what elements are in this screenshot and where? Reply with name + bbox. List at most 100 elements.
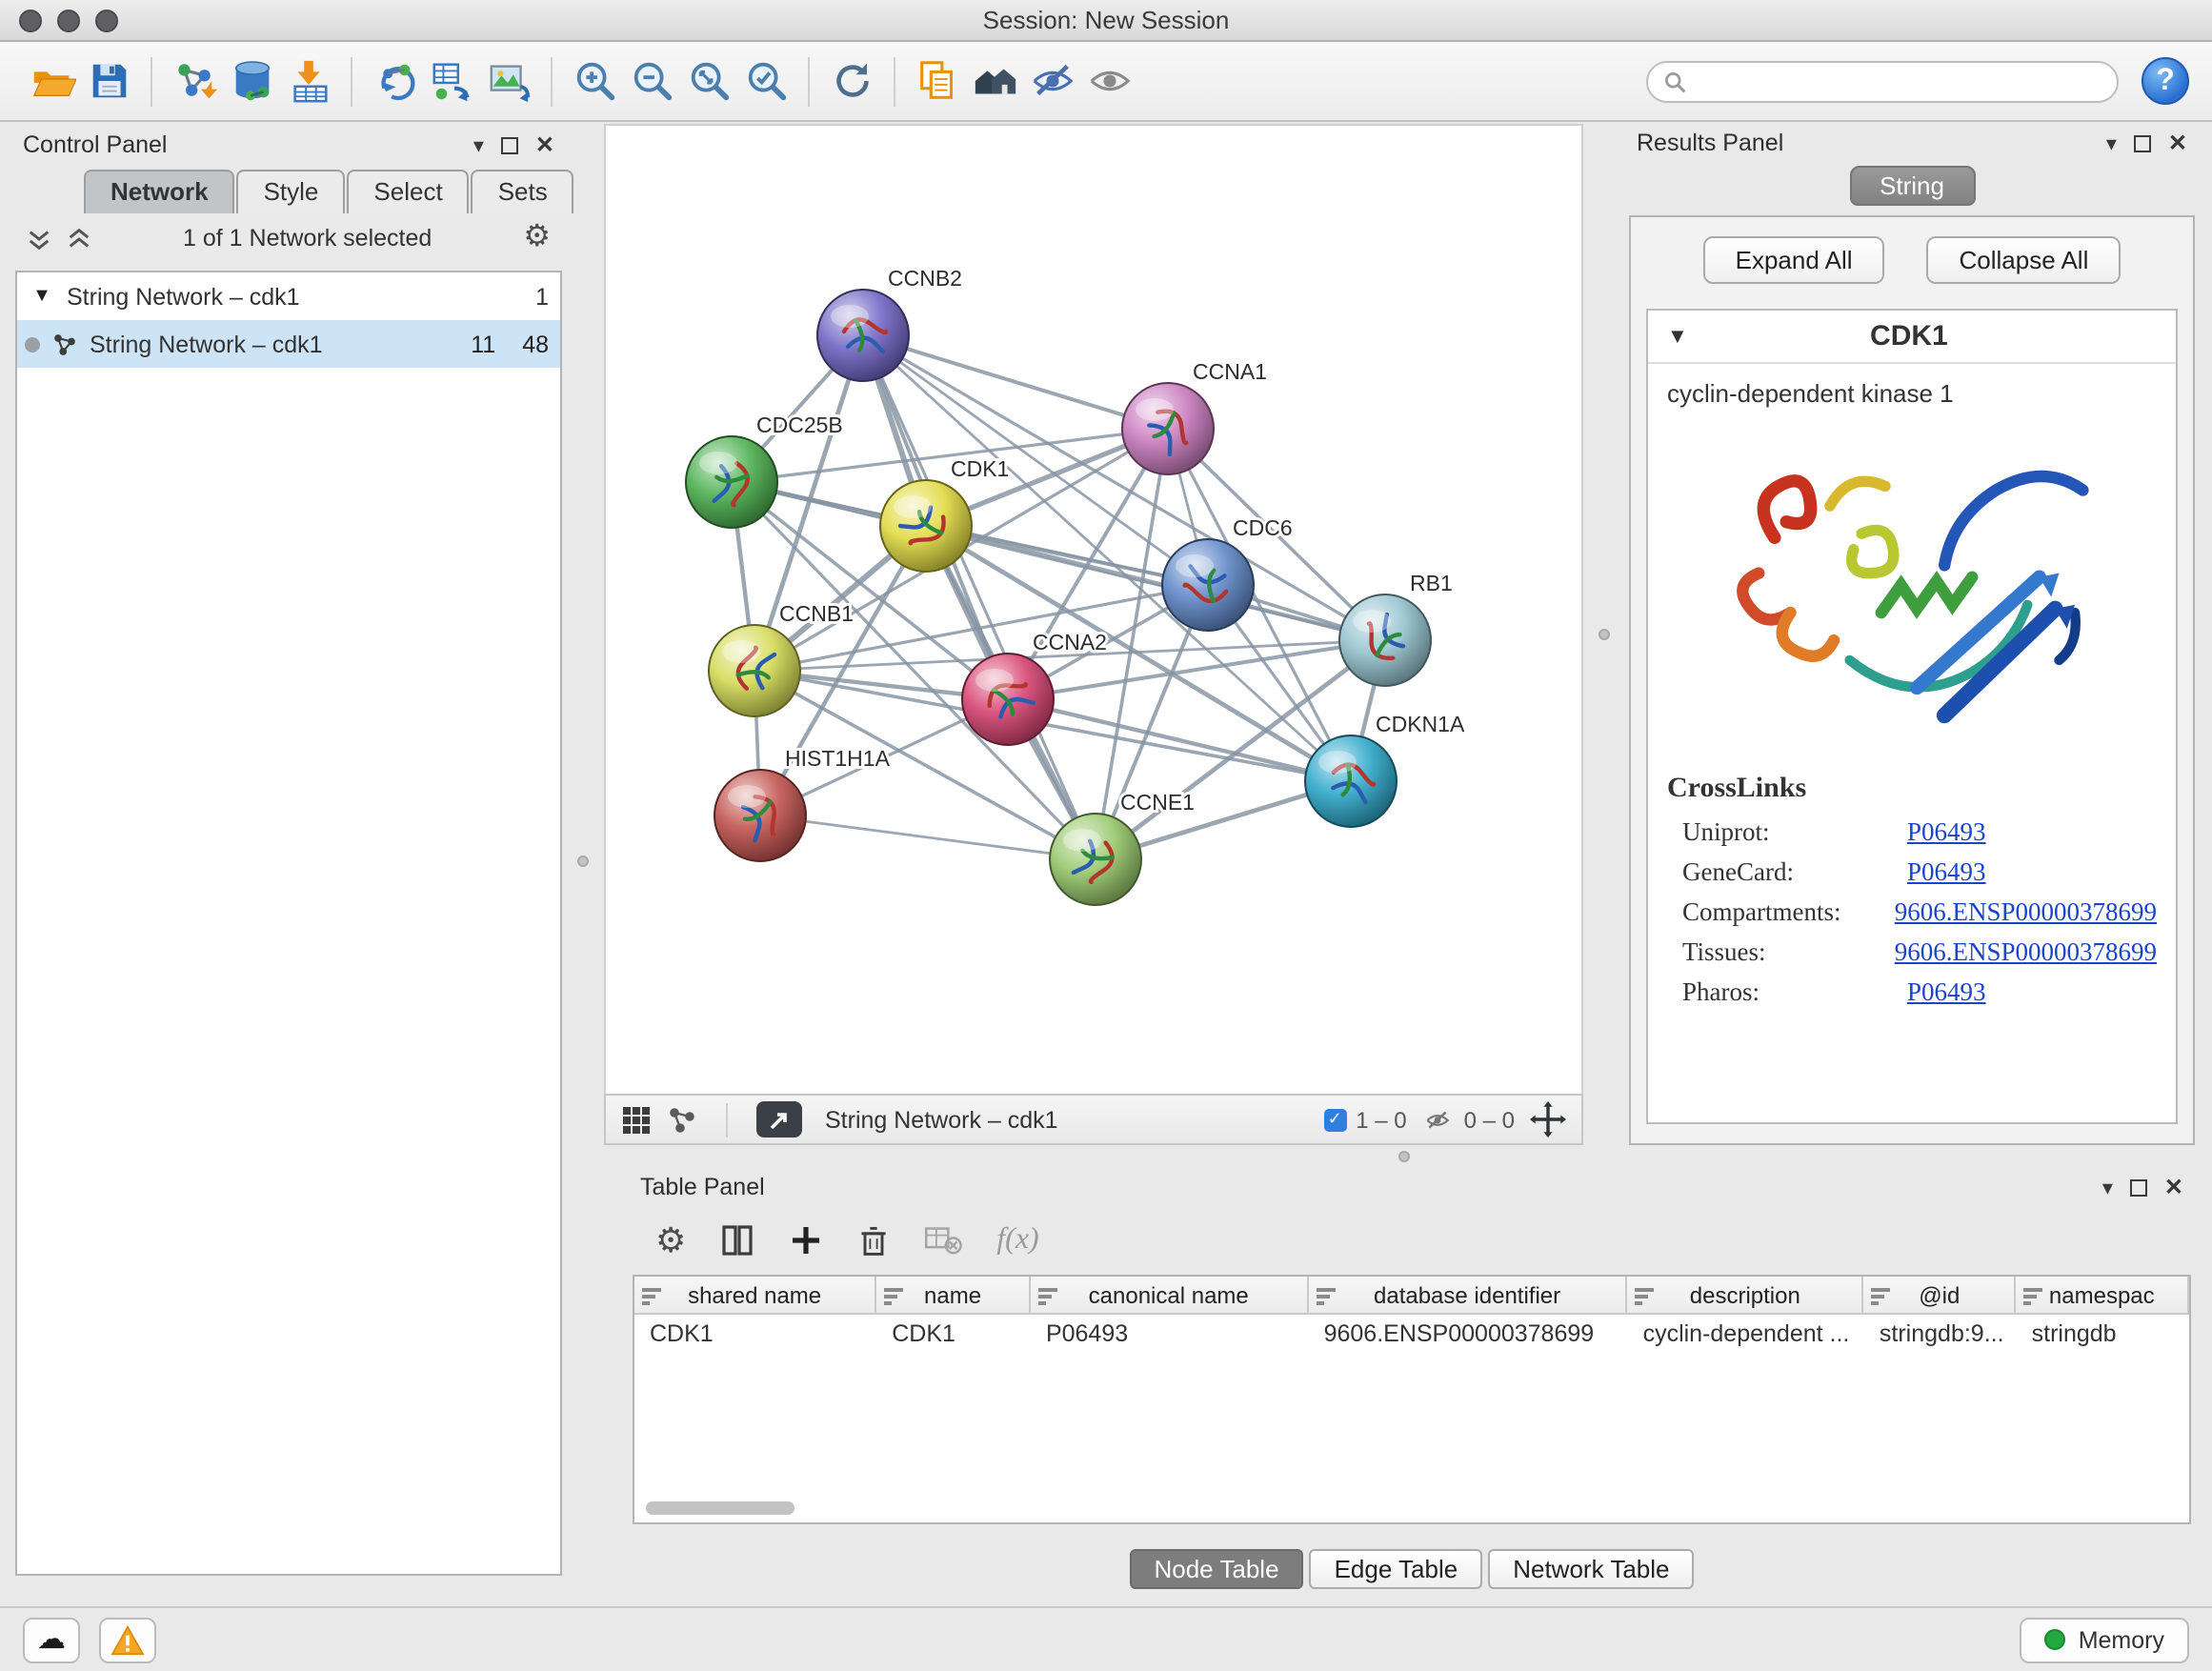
- column-header[interactable]: canonical name: [1031, 1277, 1309, 1313]
- panel-menu-icon[interactable]: ▾: [2102, 1175, 2113, 1199]
- zoom-out-button[interactable]: [623, 52, 680, 110]
- tab-edge-table[interactable]: Edge Table: [1310, 1549, 1483, 1589]
- zoom-in-button[interactable]: [566, 52, 623, 110]
- network-node-CDC6[interactable]: [1162, 539, 1254, 631]
- network-icon[interactable]: [667, 1104, 697, 1135]
- tab-sets[interactable]: Sets: [472, 170, 574, 213]
- splitter-handle[interactable]: [577, 856, 589, 867]
- apply-layout-button[interactable]: [823, 52, 880, 110]
- tab-string[interactable]: String: [1849, 166, 1975, 206]
- show-all-button[interactable]: [1080, 52, 1137, 110]
- tab-style[interactable]: Style: [237, 170, 346, 213]
- splitter-handle[interactable]: [1398, 1151, 1410, 1162]
- column-header[interactable]: description: [1628, 1277, 1864, 1313]
- network-node-CDK1[interactable]: [880, 480, 972, 572]
- new-network-button[interactable]: [366, 52, 423, 110]
- cloud-button[interactable]: ☁: [23, 1617, 80, 1662]
- network-node-CCNA2[interactable]: [962, 654, 1054, 745]
- window-minimize-button[interactable]: [57, 10, 80, 32]
- collapse-all-button[interactable]: Collapse All: [1927, 236, 2122, 284]
- home-button[interactable]: [966, 52, 1023, 110]
- network-view-toolbar: String Network – cdk1 ✓ 1 – 0 0 – 0: [604, 1094, 1583, 1145]
- table-row[interactable]: CDK1 CDK1 P06493 9606.ENSP00000378699 cy…: [634, 1315, 2189, 1351]
- import-network-database-button[interactable]: [223, 52, 280, 110]
- network-node-CDKN1A[interactable]: [1305, 735, 1397, 827]
- add-column-icon[interactable]: [789, 1223, 823, 1258]
- column-sort-icon: [1317, 1285, 1336, 1304]
- open-session-button[interactable]: [23, 52, 80, 110]
- node-label-CCNA1: CCNA1: [1193, 359, 1267, 384]
- crosslink-link[interactable]: 9606.ENSP00000378699: [1895, 937, 2157, 968]
- clear-table-icon[interactable]: [924, 1225, 962, 1256]
- column-sort-icon: [1872, 1285, 1891, 1304]
- column-header[interactable]: namespac: [2017, 1277, 2189, 1313]
- search-field[interactable]: [1698, 68, 2101, 94]
- network-node-CCNB2[interactable]: [817, 290, 909, 381]
- warnings-button[interactable]: [99, 1617, 156, 1662]
- import-table-file-icon: [285, 57, 332, 105]
- panel-float-icon[interactable]: [2134, 134, 2151, 151]
- zoom-selected-button[interactable]: [737, 52, 794, 110]
- import-network-file-button[interactable]: [166, 52, 223, 110]
- network-collection-row[interactable]: ▼ String Network – cdk1 1: [17, 272, 560, 320]
- crosslink-link[interactable]: P06493: [1907, 857, 1986, 888]
- panel-float-icon[interactable]: [501, 136, 518, 153]
- panel-close-icon[interactable]: ✕: [535, 131, 554, 158]
- help-icon[interactable]: ?: [2142, 57, 2189, 105]
- splitter-handle[interactable]: [1599, 629, 1610, 640]
- crosslinks-section: CrossLinks Uniprot:P06493 GeneCard:P0649…: [1648, 751, 2176, 1025]
- search-input[interactable]: [1646, 60, 2119, 102]
- memory-button[interactable]: Memory: [2020, 1617, 2189, 1662]
- column-header[interactable]: database identifier: [1309, 1277, 1628, 1313]
- network-node-RB1[interactable]: [1339, 594, 1431, 686]
- hide-selected-button[interactable]: [1023, 52, 1080, 110]
- network-node-CCNE1[interactable]: [1050, 814, 1141, 905]
- network-node-HIST1H1A[interactable]: [714, 770, 806, 861]
- panel-close-icon[interactable]: ✕: [2168, 130, 2187, 156]
- crosslink-link[interactable]: 9606.ENSP00000378699: [1895, 897, 2157, 928]
- panel-float-icon[interactable]: [2130, 1178, 2147, 1196]
- network-node-CCNA1[interactable]: [1122, 383, 1214, 474]
- duplicate-button[interactable]: [909, 52, 966, 110]
- crosslink-link[interactable]: P06493: [1907, 817, 1986, 848]
- network-node-CCNB1[interactable]: [709, 625, 800, 716]
- network-view[interactable]: CCNB2CCNA1CDC25BCDK1CDC6RB1CCNB1CCNA2CDK…: [604, 124, 1583, 1094]
- tab-select[interactable]: Select: [347, 170, 469, 213]
- open-in-browser-button[interactable]: [756, 1101, 802, 1137]
- tab-node-table[interactable]: Node Table: [1129, 1549, 1303, 1589]
- table-options-gear-icon[interactable]: ⚙: [655, 1223, 686, 1258]
- column-header[interactable]: shared name: [634, 1277, 876, 1313]
- save-session-button[interactable]: [80, 52, 137, 110]
- disclosure-triangle-icon[interactable]: ▼: [29, 286, 55, 307]
- horizontal-scrollbar[interactable]: [638, 1501, 2185, 1519]
- tab-network[interactable]: Network: [84, 170, 235, 213]
- zoom-fit-button[interactable]: [680, 52, 737, 110]
- network-options-gear-icon[interactable]: ⚙: [523, 223, 551, 253]
- network-node-CDC25B[interactable]: [686, 436, 777, 528]
- window-close-button[interactable]: [19, 10, 42, 32]
- section-collapse-icon[interactable]: ▼: [1667, 325, 1688, 348]
- expand-all-button[interactable]: Expand All: [1703, 236, 1885, 284]
- panel-close-icon[interactable]: ✕: [2164, 1174, 2183, 1200]
- function-builder-icon[interactable]: f(x): [996, 1223, 1038, 1258]
- network-row[interactable]: String Network – cdk1 11 48: [17, 320, 560, 368]
- show-columns-icon[interactable]: [720, 1223, 754, 1258]
- delete-column-icon[interactable]: [857, 1223, 890, 1258]
- panel-menu-icon[interactable]: ▾: [473, 132, 484, 157]
- collapse-all-icon[interactable]: [27, 226, 51, 251]
- zoom-out-icon: [628, 57, 675, 105]
- network-graph[interactable]: CCNB2CCNA1CDC25BCDK1CDC6RB1CCNB1CCNA2CDK…: [606, 126, 1581, 1092]
- birds-eye-view-icon[interactable]: [621, 1104, 652, 1135]
- export-image-button[interactable]: [480, 52, 537, 110]
- window-zoom-button[interactable]: [95, 10, 118, 32]
- tab-network-table[interactable]: Network Table: [1488, 1549, 1694, 1589]
- column-header[interactable]: name: [876, 1277, 1031, 1313]
- scrollbar-thumb[interactable]: [646, 1501, 794, 1515]
- panel-menu-icon[interactable]: ▾: [2106, 131, 2117, 155]
- new-network-from-table-button[interactable]: [423, 52, 480, 110]
- import-table-file-button[interactable]: [280, 52, 337, 110]
- column-header[interactable]: @id: [1864, 1277, 2017, 1313]
- pan-crosshair-icon[interactable]: [1530, 1101, 1566, 1137]
- crosslink-link[interactable]: P06493: [1907, 977, 1986, 1008]
- expand-all-icon[interactable]: [67, 226, 91, 251]
